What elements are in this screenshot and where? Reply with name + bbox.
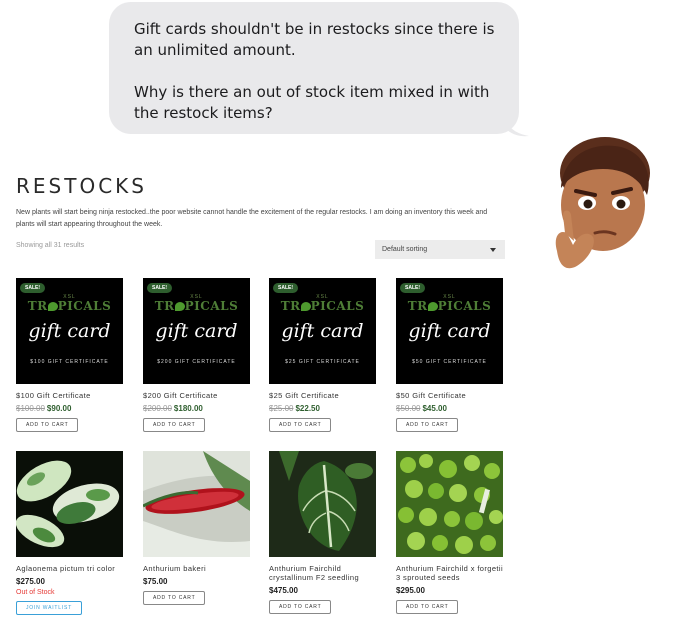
message-bubble: Gift cards shouldn't be in restocks sinc… [109, 2, 519, 134]
add-to-cart-button[interactable]: ADD TO CART [143, 591, 206, 605]
product-image[interactable]: SALE! XSL TR PICALS gift card $100 GIFT C… [16, 278, 123, 384]
product-card: SALE! XSL TR PICALS gift card $200 GIFT C… [143, 278, 251, 432]
sale-badge: SALE! [400, 283, 425, 293]
sort-select[interactable]: Default sorting [375, 240, 505, 259]
price-value: $295.00 [396, 586, 425, 595]
sort-select-label: Default sorting [382, 246, 428, 253]
product-price: $475.00 [269, 586, 377, 595]
regular-price: $25.00 [269, 404, 294, 413]
stock-status: Out of Stock [16, 589, 55, 596]
product-card: Anthurium Fairchild crystallinum F2 seed… [269, 451, 377, 614]
certificate-text: $100 GIFT CERTIFICATE [30, 359, 109, 365]
product-price: $75.00 [143, 577, 251, 586]
regular-price: $200.00 [143, 404, 172, 413]
product-card: Anthurium Fairchild x forgetii 3 sproute… [396, 451, 504, 614]
product-name[interactable]: Anthurium Fairchild crystallinum F2 seed… [269, 564, 377, 582]
result-count: Showing all 31 results [16, 242, 85, 249]
add-to-cart-button[interactable]: ADD TO CART [396, 600, 459, 614]
sale-price: $45.00 [422, 404, 447, 413]
page-title: RESTOCKS [16, 174, 147, 198]
product-price: $295.00 [396, 586, 504, 595]
brand-logo: TR PICALS [27, 299, 112, 313]
add-to-cart-button[interactable]: ADD TO CART [143, 418, 206, 432]
product-card: Anthurium bakeri $75.00 ADD TO CART [143, 451, 251, 605]
product-price: $275.00 [16, 577, 124, 586]
regular-price: $100.00 [16, 404, 45, 413]
page-description: New plants will start being ninja restoc… [16, 209, 488, 228]
product-name[interactable]: $50 Gift Certificate [396, 391, 504, 400]
product-image[interactable]: SALE! XSL TR PICALS gift card $50 GIFT CE… [396, 278, 503, 384]
certificate-text: $25 GIFT CERTIFICATE [285, 359, 360, 365]
product-price: $25.00 $22.50 [269, 404, 377, 413]
product-image[interactable] [269, 451, 376, 557]
leaf-icon [427, 302, 438, 311]
chevron-down-icon [490, 248, 496, 252]
product-card: SALE! XSL TR PICALS gift card $100 GIFT C… [16, 278, 124, 432]
product-name[interactable]: $25 Gift Certificate [269, 391, 377, 400]
product-name[interactable]: $100 Gift Certificate [16, 391, 124, 400]
brand-logo: TR PICALS [280, 299, 365, 313]
product-price: $100.00 $90.00 [16, 404, 124, 413]
bubble-tail [505, 116, 529, 137]
add-to-cart-button[interactable]: ADD TO CART [269, 600, 332, 614]
add-to-cart-button[interactable]: ADD TO CART [269, 418, 332, 432]
product-image[interactable] [16, 451, 123, 557]
price-value: $75.00 [143, 577, 168, 586]
leaf-icon [174, 302, 185, 311]
product-image[interactable] [396, 451, 503, 557]
product-image[interactable]: SALE! XSL TR PICALS gift card $200 GIFT C… [143, 278, 250, 384]
price-value: $475.00 [269, 586, 298, 595]
product-price: $50.00 $45.00 [396, 404, 504, 413]
sale-price: $180.00 [173, 404, 203, 413]
price-value: $275.00 [16, 577, 45, 586]
certificate-text: $200 GIFT CERTIFICATE [157, 359, 236, 365]
product-name[interactable]: Aglaonema pictum tri color [16, 564, 124, 573]
gift-card-script: gift card [28, 320, 111, 342]
gift-card-script: gift card [408, 320, 491, 342]
product-card: Aglaonema pictum tri color $275.00 Out o… [16, 451, 124, 615]
leaf-icon [300, 302, 311, 311]
sale-badge: SALE! [20, 283, 45, 293]
thinking-memoji-icon [555, 137, 650, 269]
brand-logo: TR PICALS [154, 299, 239, 313]
add-to-cart-button[interactable]: ADD TO CART [396, 418, 459, 432]
brand-logo: TR PICALS [407, 299, 492, 313]
gift-card-script: gift card [281, 320, 364, 342]
message-line-1: Gift cards shouldn't be in restocks sinc… [134, 20, 495, 59]
product-price: $200.00 $180.00 [143, 404, 251, 413]
product-card: SALE! XSL TR PICALS gift card $25 GIFT CE… [269, 278, 377, 432]
message-line-2: Why is there an out of stock item mixed … [134, 83, 490, 122]
product-image[interactable] [143, 451, 250, 557]
leaf-icon [47, 302, 58, 311]
gift-card-script: gift card [155, 320, 238, 342]
sale-price: $90.00 [46, 404, 72, 413]
product-name[interactable]: $200 Gift Certificate [143, 391, 251, 400]
product-name[interactable]: Anthurium Fairchild x forgetii 3 sproute… [396, 564, 504, 582]
product-image[interactable]: SALE! XSL TR PICALS gift card $25 GIFT CE… [269, 278, 376, 384]
sale-price: $22.50 [295, 404, 320, 413]
join-waitlist-button[interactable]: JOIN WAITLIST [16, 601, 83, 615]
regular-price: $50.00 [396, 404, 421, 413]
certificate-text: $50 GIFT CERTIFICATE [412, 359, 487, 365]
add-to-cart-button[interactable]: ADD TO CART [16, 418, 79, 432]
sale-badge: SALE! [147, 283, 172, 293]
product-card: SALE! XSL TR PICALS gift card $50 GIFT CE… [396, 278, 504, 432]
sale-badge: SALE! [273, 283, 298, 293]
product-name[interactable]: Anthurium bakeri [143, 564, 251, 573]
